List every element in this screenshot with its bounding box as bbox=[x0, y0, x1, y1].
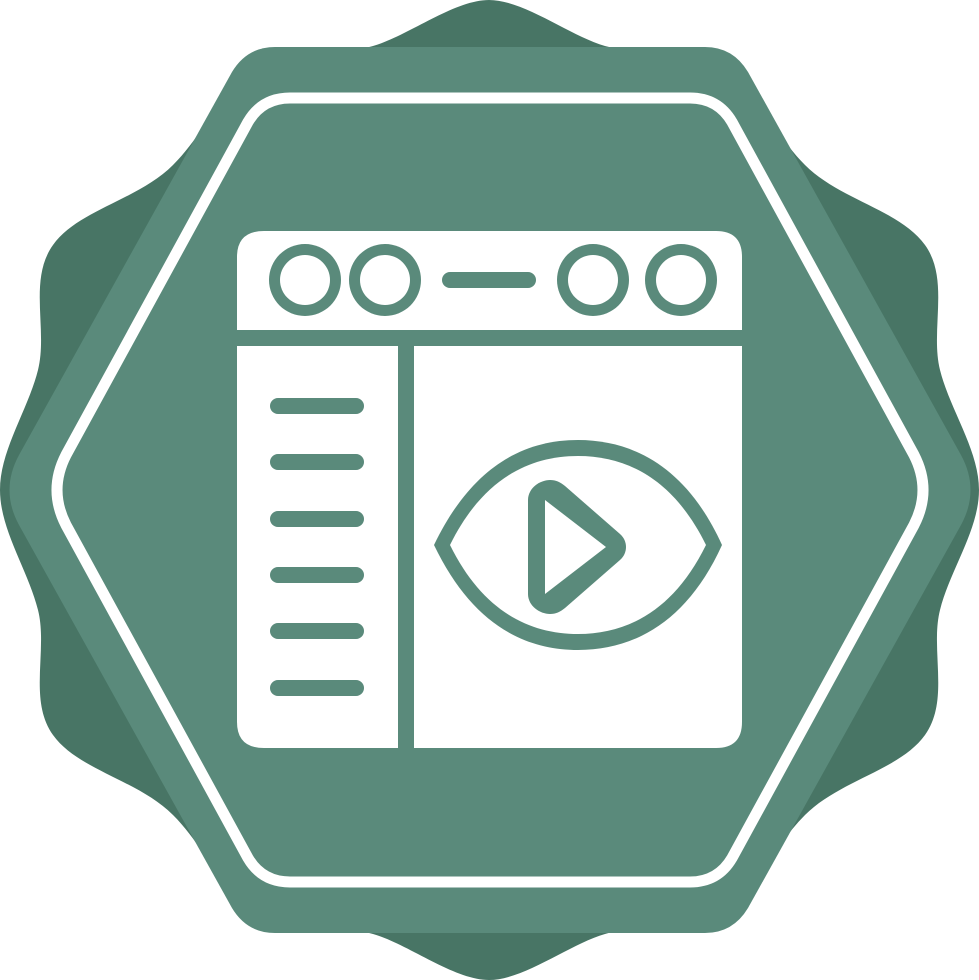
address-bar-dash bbox=[442, 272, 536, 288]
sidebar-menu-line bbox=[270, 623, 364, 639]
window-button-circle bbox=[280, 255, 330, 305]
sidebar-menu-line bbox=[270, 567, 364, 583]
window-button-circle bbox=[360, 255, 410, 305]
sidebar-menu-line bbox=[270, 454, 364, 470]
sidebar-menu-line bbox=[270, 680, 364, 696]
window-button-circle bbox=[656, 255, 706, 305]
web-video-watch-icon bbox=[0, 0, 979, 980]
icon-canvas bbox=[0, 0, 979, 980]
sidebar-menu-line bbox=[270, 398, 364, 414]
window-button-circle bbox=[568, 255, 618, 305]
sidebar-menu-line bbox=[270, 511, 364, 527]
